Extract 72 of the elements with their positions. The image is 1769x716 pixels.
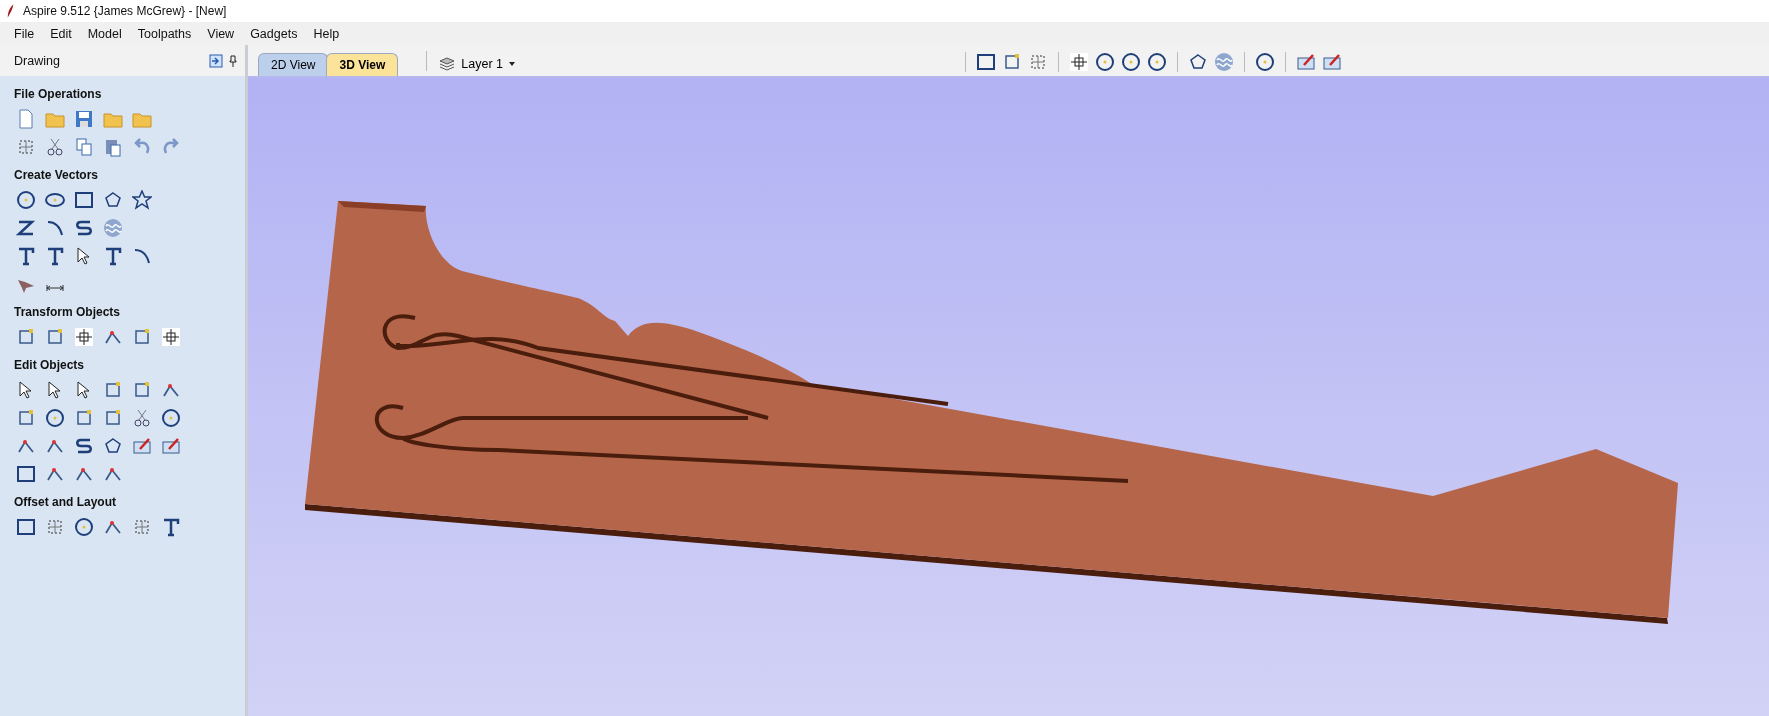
square-node-icon[interactable] <box>132 327 152 347</box>
pin-icon[interactable] <box>229 54 237 67</box>
menu-item[interactable]: File <box>6 26 43 41</box>
grid-select-icon[interactable] <box>132 517 152 537</box>
scissors-icon[interactable] <box>45 137 65 157</box>
square-node-icon[interactable] <box>74 408 94 428</box>
circle-icon[interactable] <box>1147 52 1167 72</box>
grid-select-icon[interactable] <box>16 137 36 157</box>
copy-icon[interactable] <box>74 137 94 157</box>
move-cross-icon[interactable] <box>161 327 181 347</box>
rectangle-icon[interactable] <box>16 464 36 484</box>
circle-icon[interactable] <box>45 408 65 428</box>
menu-item[interactable]: Toolpaths <box>129 26 200 41</box>
view-tab[interactable]: 2D View <box>258 53 329 76</box>
letter-t-icon[interactable] <box>45 246 65 266</box>
dock-arrow-icon[interactable] <box>209 53 223 68</box>
section-title: Transform Objects <box>14 305 122 319</box>
ellipse-icon[interactable] <box>45 190 65 210</box>
star-icon[interactable] <box>132 190 152 210</box>
clipboard-icon[interactable] <box>103 137 123 157</box>
image-pencil-icon[interactable] <box>1296 52 1316 72</box>
square-node-icon[interactable] <box>1002 52 1022 72</box>
letter-t-icon[interactable] <box>16 246 36 266</box>
square-node-icon[interactable] <box>16 327 36 347</box>
letter-t-icon[interactable] <box>161 517 181 537</box>
pentagon-icon[interactable] <box>103 436 123 456</box>
image-pencil-icon[interactable] <box>132 436 152 456</box>
letter-t-icon[interactable] <box>103 246 123 266</box>
section-title: Offset and Layout <box>14 495 117 509</box>
layers-icon <box>439 57 456 71</box>
layer-dropdown[interactable]: Layer 1 <box>433 56 521 72</box>
window-title: Aspire 9.512 {James McGrew} - [New] <box>23 4 227 18</box>
menu-item[interactable]: View <box>199 26 243 41</box>
caret-icon <box>509 62 515 66</box>
square-node-icon[interactable] <box>103 408 123 428</box>
section-title: Edit Objects <box>14 358 85 372</box>
section-title: File Operations <box>14 87 103 101</box>
rectangle-icon[interactable] <box>74 190 94 210</box>
menu-item[interactable]: Edit <box>42 26 80 41</box>
square-node-icon[interactable] <box>132 380 152 400</box>
square-node-icon[interactable] <box>103 380 123 400</box>
arc-icon[interactable] <box>132 246 152 266</box>
panel-title: Drawing <box>14 53 60 68</box>
move-cross-icon[interactable] <box>74 327 94 347</box>
arc-icon[interactable] <box>45 218 65 238</box>
grid-select-icon[interactable] <box>1028 52 1048 72</box>
view-tab[interactable]: 3D View <box>326 53 399 76</box>
scissors-icon[interactable] <box>132 408 152 428</box>
move-cross-icon[interactable] <box>1069 52 1089 72</box>
grid-select-icon[interactable] <box>45 517 65 537</box>
square-node-icon[interactable] <box>16 408 36 428</box>
circle-icon[interactable] <box>161 408 181 428</box>
square-node-icon[interactable] <box>45 327 65 347</box>
s-curve-icon[interactable] <box>74 218 94 238</box>
circle-icon[interactable] <box>16 190 36 210</box>
circle-icon[interactable] <box>1095 52 1115 72</box>
circle-icon[interactable] <box>74 517 94 537</box>
menu-item[interactable]: Help <box>305 26 348 41</box>
menu-item[interactable]: Gadgets <box>242 26 306 41</box>
feather-icon <box>7 4 15 18</box>
rectangle-icon[interactable] <box>16 517 36 537</box>
s-curve-icon[interactable] <box>74 436 94 456</box>
zigzag-icon[interactable] <box>16 218 36 238</box>
section-title: Create Vectors <box>14 168 100 182</box>
circle-icon[interactable] <box>1255 52 1275 72</box>
image-pencil-icon[interactable] <box>161 436 181 456</box>
image-pencil-icon[interactable] <box>1322 52 1342 72</box>
pentagon-icon[interactable] <box>1188 52 1208 72</box>
circle-icon[interactable] <box>1121 52 1141 72</box>
menu-item[interactable]: Model <box>79 26 130 41</box>
pentagon-icon[interactable] <box>103 190 123 210</box>
rectangle-icon[interactable] <box>976 52 996 72</box>
